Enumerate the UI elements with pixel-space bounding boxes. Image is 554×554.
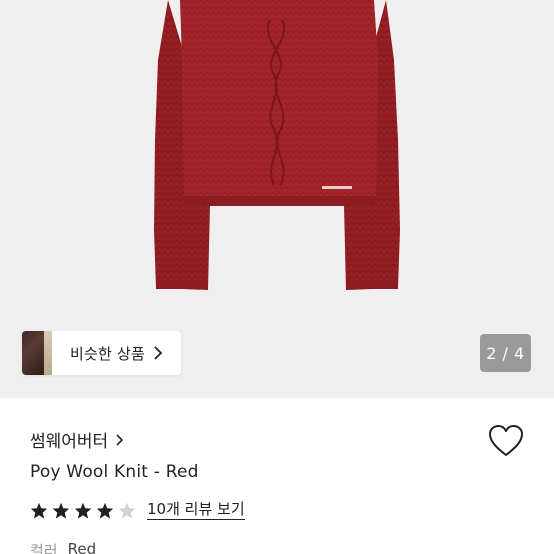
- star-rating: [30, 502, 140, 519]
- product-info: 썸웨어버터 Poy Wool Knit - Red 10개 리뷰 보기 컬러 R…: [0, 398, 554, 554]
- option-value: Red: [67, 540, 97, 554]
- similar-products-button[interactable]: 비슷한 상품: [22, 331, 181, 375]
- star-icon: [30, 502, 48, 519]
- product-image-gallery[interactable]: 비슷한 상품 2 / 4: [0, 0, 554, 398]
- brand-name: 썸웨어버터: [30, 432, 109, 452]
- star-icon: [96, 502, 114, 519]
- reviews-link[interactable]: 10개 리뷰 보기: [147, 500, 245, 520]
- brand-link[interactable]: 썸웨어버터: [30, 427, 125, 452]
- product-title: Poy Wool Knit - Red: [30, 462, 199, 482]
- star-icon: [74, 502, 92, 519]
- option-label: 컬러: [30, 542, 58, 554]
- chevron-right-icon: [153, 346, 167, 360]
- image-pager: 2 / 4: [480, 334, 531, 372]
- similar-products-label: 비슷한 상품: [70, 344, 145, 363]
- rating-row: 10개 리뷰 보기: [30, 500, 245, 520]
- color-option: 컬러 Red: [30, 540, 96, 554]
- similar-product-thumbnail: [22, 331, 52, 375]
- star-icon: [118, 502, 136, 519]
- star-icon: [52, 502, 70, 519]
- heart-icon[interactable]: [488, 424, 524, 458]
- chevron-right-icon: [115, 433, 125, 447]
